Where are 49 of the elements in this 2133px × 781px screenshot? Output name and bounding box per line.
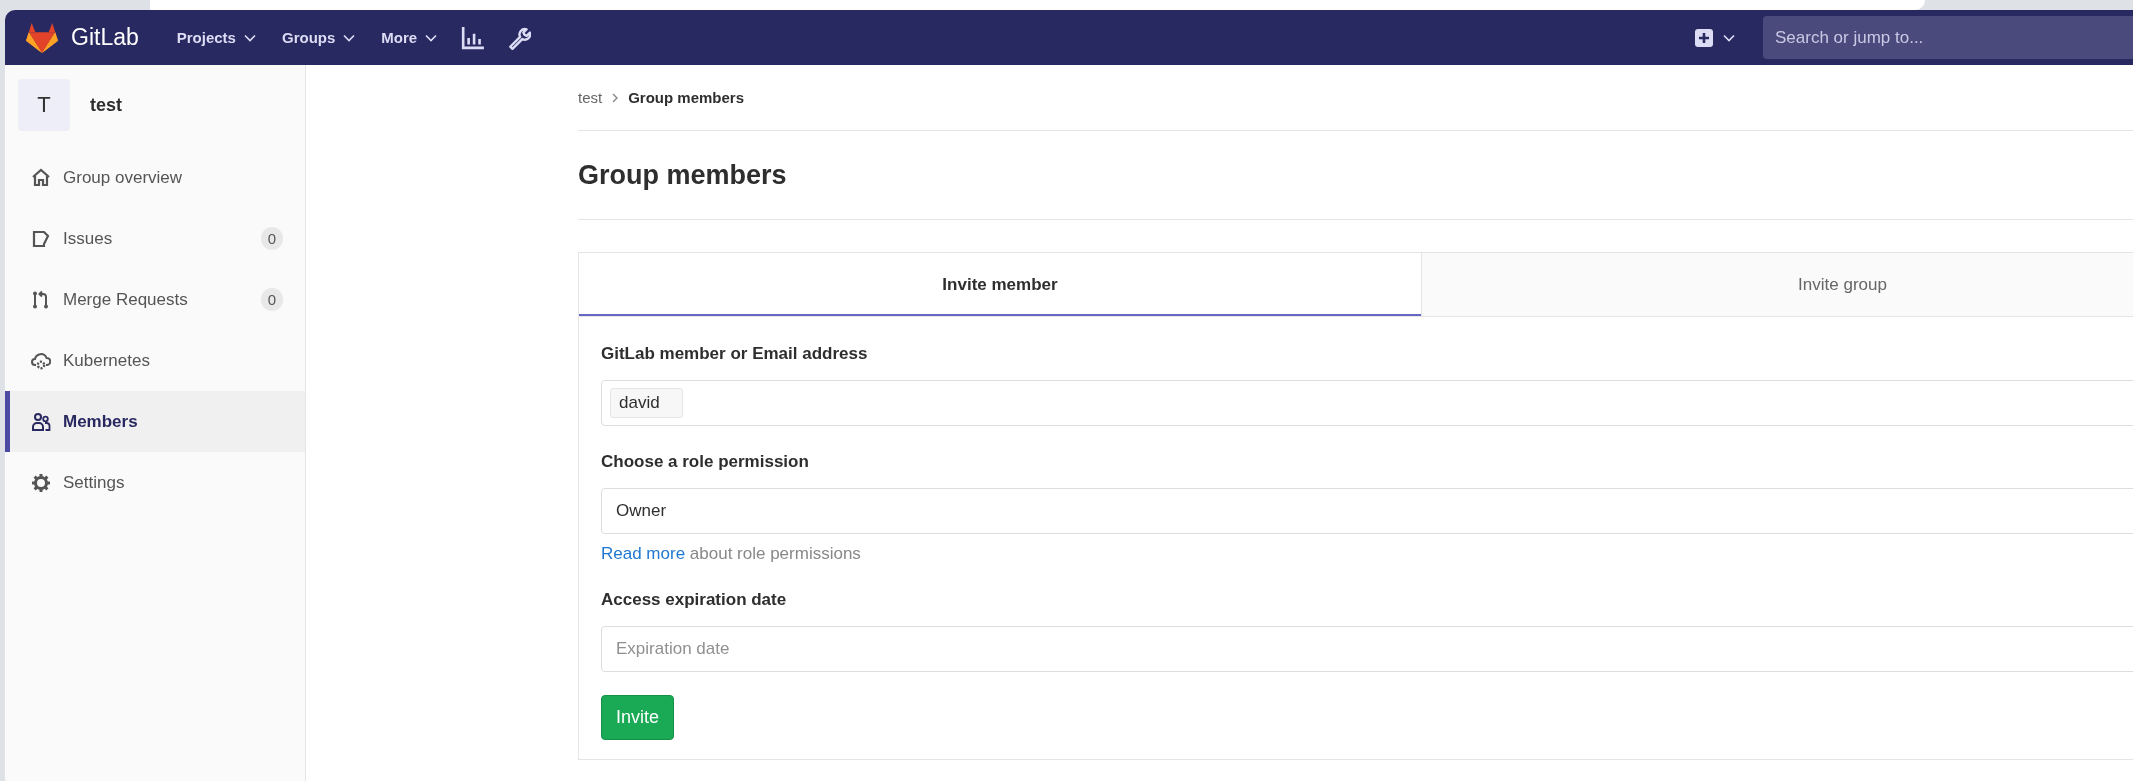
member-input-field[interactable]: david: [601, 380, 2133, 426]
role-select[interactable]: Owner: [601, 488, 2133, 534]
chevron-down-icon: [1723, 33, 1735, 42]
settings-icon: [31, 472, 51, 493]
issue-icon: [31, 228, 51, 249]
group-name: test: [90, 94, 122, 116]
nav-menu[interactable]: Projects: [170, 21, 262, 54]
sidebar-label: Members: [63, 411, 139, 432]
people-icon: [31, 411, 51, 432]
sidebar-item[interactable]: Issues 0: [5, 208, 305, 269]
member-token[interactable]: david: [610, 388, 683, 418]
sidebar-label: Merge Requests: [63, 289, 189, 310]
breadcrumb-current: Group members: [628, 89, 745, 106]
chevron-right-icon: [612, 92, 619, 103]
sidebar-item[interactable]: Settings: [5, 452, 305, 513]
nav-menu[interactable]: More: [375, 21, 444, 54]
nav-menu[interactable]: Groups: [275, 21, 362, 54]
field-label: Access expiration date: [601, 590, 788, 610]
home-icon: [31, 167, 51, 188]
chevron-down-icon: [343, 33, 356, 42]
chevron-down-icon: [243, 33, 256, 42]
sidebar-label: Group overview: [63, 167, 184, 188]
gitlab-logo-icon: [25, 21, 59, 54]
field-label: GitLab member or Email address: [601, 344, 869, 364]
count-badge: 0: [260, 227, 283, 250]
field-label: Choose a role permission: [601, 452, 810, 472]
read-more-link[interactable]: Read more: [601, 544, 686, 563]
sidebar-label: Kubernetes: [63, 350, 151, 371]
sidebar-label: Settings: [63, 472, 126, 493]
search-field[interactable]: Search or jump to...: [1763, 16, 2133, 59]
brand-name: GitLab: [71, 24, 139, 51]
sidebar-item[interactable]: Group overview: [5, 147, 305, 208]
sidebar-item[interactable]: Kubernetes: [5, 330, 305, 391]
page-title: Group members: [578, 131, 2133, 220]
breadcrumb-link[interactable]: test: [578, 89, 603, 106]
bar-chart-drawing: [461, 25, 486, 50]
group-avatar: T: [18, 79, 70, 131]
help-text: Read more about role permissions: [601, 544, 862, 564]
chevron-down-icon: [425, 33, 438, 42]
merge-request-icon: [31, 289, 51, 310]
sidebar-label: Issues: [63, 228, 114, 249]
sidebar-item[interactable]: Members: [5, 391, 305, 452]
sidebar-item[interactable]: Merge Requests 0: [5, 269, 305, 330]
cloud-gear-icon: [31, 350, 51, 371]
date-input-field[interactable]: Expiration date: [601, 626, 2133, 672]
wrench-drawing: [507, 25, 532, 50]
count-badge: 0: [260, 288, 283, 311]
tab[interactable]: Invite group: [1421, 253, 2133, 316]
plus-square-icon: [1695, 28, 1713, 47]
